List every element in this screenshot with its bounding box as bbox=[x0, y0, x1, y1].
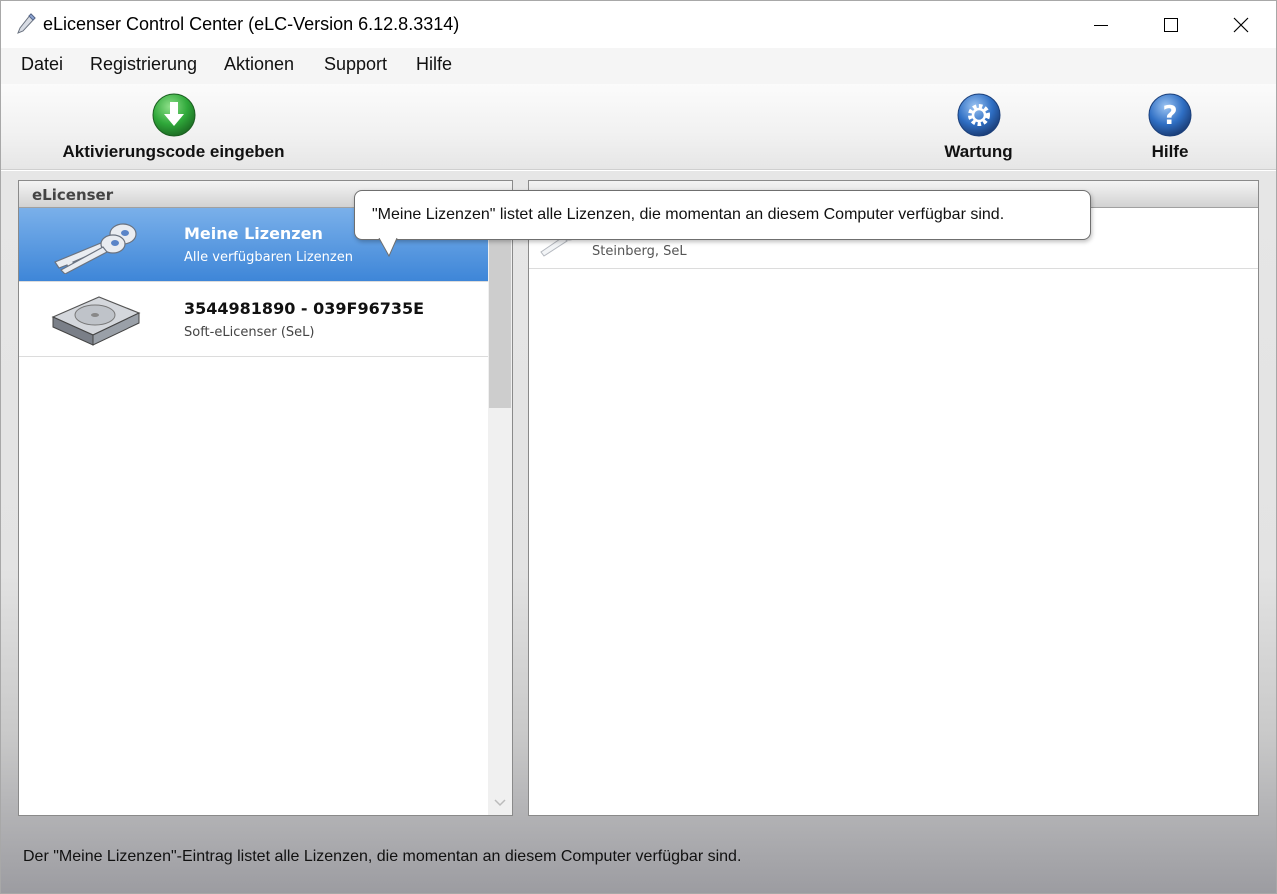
toolbar: Aktivierungscode eingeben Wartung ? Hilf… bbox=[1, 84, 1276, 170]
maximize-button[interactable] bbox=[1136, 1, 1206, 48]
menu-aktionen[interactable]: Aktionen bbox=[222, 54, 296, 75]
tooltip-text: "Meine Lizenzen" listet alle Lizenzen, d… bbox=[372, 206, 1005, 223]
chevron-down-icon bbox=[494, 799, 506, 807]
status-bar-text: Der "Meine Lizenzen"-Eintrag listet alle… bbox=[23, 848, 742, 865]
scroll-down-button[interactable] bbox=[488, 791, 512, 815]
minimize-button[interactable] bbox=[1066, 1, 1136, 48]
close-icon bbox=[1233, 17, 1249, 32]
activate-code-button[interactable]: Aktivierungscode eingeben bbox=[56, 92, 291, 162]
main-area: eLicenser Meine Lizenzen Alle verfügbare… bbox=[1, 171, 1276, 893]
list-panel-title: eLicenser bbox=[32, 186, 114, 204]
license-detail-panel: Steinberg, SeL bbox=[528, 180, 1259, 816]
hard-drive-icon bbox=[47, 291, 143, 349]
menu-support[interactable]: Support bbox=[322, 54, 389, 75]
app-icon bbox=[15, 12, 37, 36]
maximize-icon bbox=[1164, 17, 1178, 32]
tooltip-tail bbox=[378, 238, 398, 258]
list-item-title: 3544981890 - 039F96735E bbox=[184, 299, 425, 318]
list-scrollbar[interactable] bbox=[488, 208, 512, 815]
menu-bar: Datei Registrierung Aktionen Support Hil… bbox=[1, 48, 1276, 84]
question-icon: ? bbox=[1147, 92, 1193, 138]
list-item-subtitle: Alle verfügbaren Lizenzen bbox=[184, 250, 353, 265]
list-item-subtitle: Soft-eLicenser (SeL) bbox=[184, 325, 315, 340]
gear-icon bbox=[956, 92, 1002, 138]
keys-icon bbox=[47, 216, 143, 275]
maintenance-label: Wartung bbox=[944, 142, 1013, 161]
app-window: eLicenser Control Center (eLC-Version 6.… bbox=[0, 0, 1277, 894]
menu-registrierung[interactable]: Registrierung bbox=[88, 54, 199, 75]
title-bar[interactable]: eLicenser Control Center (eLC-Version 6.… bbox=[1, 1, 1276, 48]
elicenser-list-panel: eLicenser Meine Lizenzen Alle verfügbare… bbox=[18, 180, 513, 816]
help-label: Hilfe bbox=[1151, 142, 1189, 161]
list-item-soft-elicenser[interactable]: 3544981890 - 039F96735E Soft-eLicenser (… bbox=[19, 283, 488, 357]
menu-datei[interactable]: Datei bbox=[19, 54, 65, 75]
license-row-subtitle: Steinberg, SeL bbox=[592, 244, 687, 259]
close-button[interactable] bbox=[1206, 1, 1276, 48]
svg-text:?: ? bbox=[1162, 101, 1177, 131]
activate-code-label: Aktivierungscode eingeben bbox=[62, 142, 285, 161]
list-item-title: Meine Lizenzen bbox=[184, 224, 323, 243]
info-tooltip: "Meine Lizenzen" listet alle Lizenzen, d… bbox=[354, 190, 1091, 258]
help-button[interactable]: ? Hilfe bbox=[1136, 92, 1204, 162]
menu-hilfe[interactable]: Hilfe bbox=[414, 54, 454, 75]
minimize-icon bbox=[1094, 24, 1108, 26]
download-arrow-icon bbox=[151, 92, 197, 138]
maintenance-button[interactable]: Wartung bbox=[931, 92, 1026, 162]
window-title: eLicenser Control Center (eLC-Version 6.… bbox=[43, 14, 460, 34]
